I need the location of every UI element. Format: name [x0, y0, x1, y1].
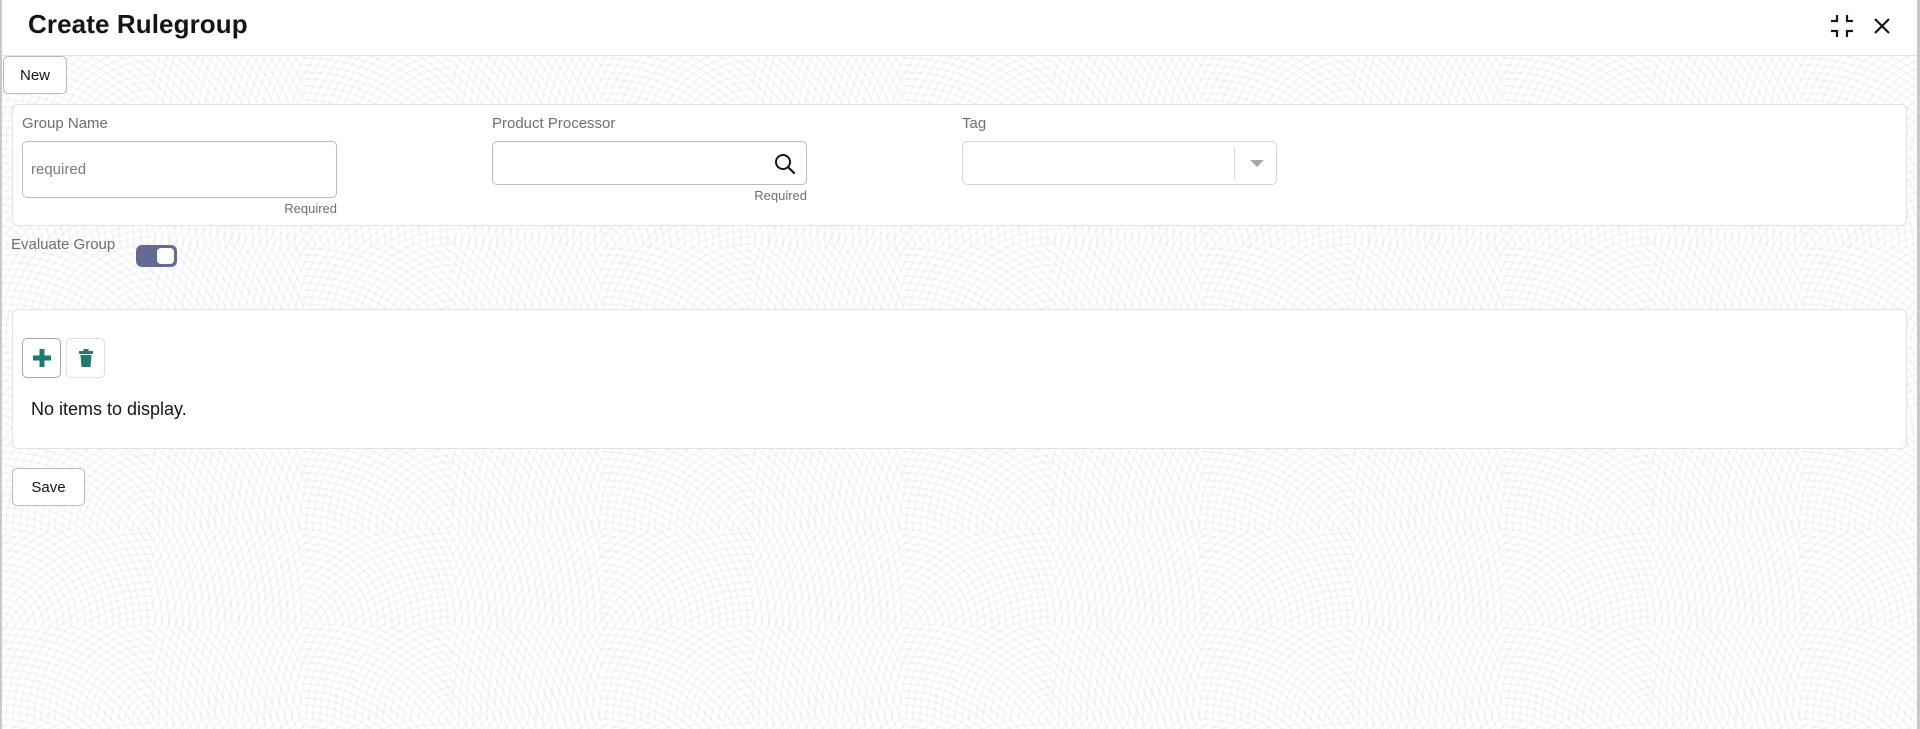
close-icon[interactable]	[1868, 12, 1896, 40]
empty-table-message: No items to display.	[31, 399, 187, 419]
new-button[interactable]: New	[3, 56, 67, 94]
product-processor-label: Product Processor	[492, 115, 616, 132]
tag-select[interactable]	[962, 141, 1277, 185]
compress-icon[interactable]	[1828, 12, 1856, 40]
product-processor-required-hint: Required	[754, 188, 807, 203]
toggle-knob	[157, 248, 174, 264]
tag-select-divider	[1234, 147, 1235, 179]
evaluate-group-label: Evaluate Group	[11, 236, 116, 253]
dialog-header: Create Rulegroup	[2, 0, 1917, 56]
product-processor-input[interactable]	[493, 142, 806, 184]
group-name-label: Group Name	[22, 115, 108, 132]
delete-row-button[interactable]	[66, 338, 105, 378]
group-name-input[interactable]	[23, 142, 336, 197]
search-icon[interactable]	[772, 151, 798, 177]
evaluate-group-toggle[interactable]	[136, 245, 177, 267]
plus-icon	[32, 349, 51, 367]
dialog-title: Create Rulegroup	[28, 9, 248, 39]
add-row-button[interactable]	[22, 338, 61, 378]
rules-table-panel: No items to display.	[12, 309, 1907, 449]
group-name-field[interactable]	[22, 141, 337, 198]
chevron-down-icon[interactable]	[1250, 160, 1264, 167]
rulegroup-form-panel: Group Name Required Product Processor Re…	[12, 104, 1907, 226]
group-name-required-hint: Required	[284, 201, 337, 216]
tag-label: Tag	[962, 115, 987, 132]
product-processor-field[interactable]	[492, 141, 807, 185]
save-button[interactable]: Save	[12, 468, 85, 506]
create-rulegroup-dialog: Create Rulegroup New Group Name Required…	[0, 0, 1920, 729]
trash-icon	[78, 349, 93, 367]
